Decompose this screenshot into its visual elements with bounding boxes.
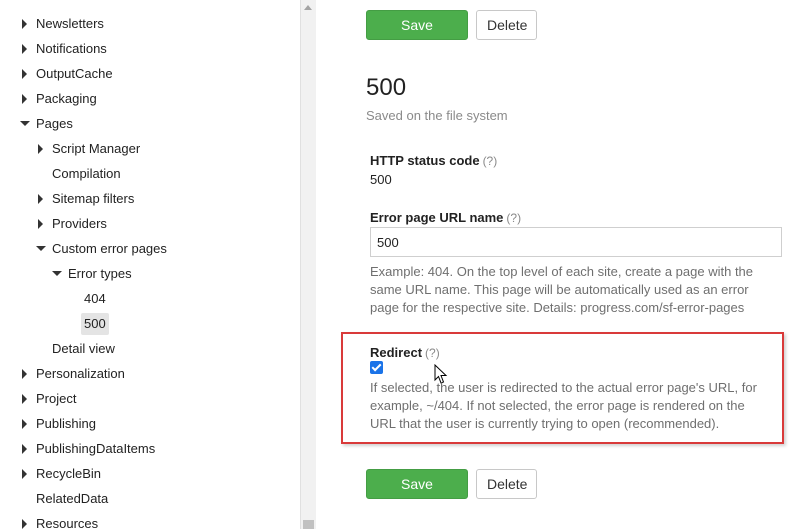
status-code-value: 500: [370, 172, 392, 187]
tree-item[interactable]: Newsletters: [0, 13, 300, 35]
tree-item[interactable]: Personalization: [0, 363, 300, 385]
url-name-description-line: Example: 404. On the top level of each s…: [370, 264, 754, 279]
redirect-label-text: Redirect: [370, 345, 423, 360]
scroll-up-icon[interactable]: [304, 5, 312, 10]
tree-scrollbar[interactable]: [300, 0, 316, 529]
tree-item[interactable]: Error types: [0, 263, 300, 285]
tree-item[interactable]: PublishingDataItems: [0, 438, 300, 460]
redirect-description-line: If selected, the user is redirected to t…: [370, 380, 757, 395]
tree-item-label: Error types: [68, 266, 132, 281]
caret-right-icon[interactable]: [19, 463, 31, 485]
tree-item[interactable]: Script Manager: [0, 138, 300, 160]
page-subtitle: Saved on the file system: [366, 108, 508, 123]
tree-item[interactable]: Pages: [0, 113, 300, 135]
tree-item-label: Notifications: [36, 41, 107, 56]
caret-right-icon[interactable]: [19, 513, 31, 529]
caret-right-icon[interactable]: [35, 188, 47, 210]
url-name-label: Error page URL name (?): [370, 210, 521, 225]
redirect-description: If selected, the user is redirected to t…: [370, 379, 780, 433]
tree-item[interactable]: OutputCache: [0, 63, 300, 85]
caret-right-icon[interactable]: [35, 213, 47, 235]
content-panel: Save changes Delete 500 Saved on the fil…: [316, 0, 805, 529]
caret-right-icon[interactable]: [19, 63, 31, 85]
tree-item[interactable]: RecycleBin: [0, 463, 300, 485]
tree-item-label: Packaging: [36, 91, 97, 106]
caret-right-icon[interactable]: [19, 13, 31, 35]
tree-item[interactable]: Project: [0, 388, 300, 410]
tree-item[interactable]: Providers: [0, 213, 300, 235]
url-name-description: Example: 404. On the top level of each s…: [370, 263, 790, 317]
tree-item-label: OutputCache: [36, 66, 113, 81]
caret-right-icon[interactable]: [19, 88, 31, 110]
tree-item-label: Sitemap filters: [52, 191, 135, 206]
tree-item[interactable]: RelatedData: [0, 488, 300, 510]
url-name-input[interactable]: [370, 227, 782, 257]
url-name-description-line: page for the respective site. Details: p…: [370, 300, 745, 315]
tree-item-label: Custom error pages: [52, 241, 167, 256]
caret-right-icon[interactable]: [19, 38, 31, 60]
tree-item[interactable]: 500: [0, 313, 300, 335]
tree-item-label: Compilation: [52, 166, 121, 181]
caret-right-icon[interactable]: [19, 363, 31, 385]
redirect-description-line: example, ~/404. If not selected, the err…: [370, 398, 745, 413]
redirect-help[interactable]: (?): [425, 346, 440, 360]
tree-item-label: Resources: [36, 516, 99, 529]
tree-item[interactable]: Publishing: [0, 413, 300, 435]
url-name-description-line: same URL name. This page will be automat…: [370, 282, 749, 297]
tree-item-label: RelatedData: [36, 491, 109, 506]
caret-down-icon[interactable]: [35, 238, 47, 260]
tree-item-label: Script Manager: [52, 141, 141, 156]
tree-item[interactable]: Custom error pages: [0, 238, 300, 260]
caret-down-icon[interactable]: [19, 113, 31, 135]
tree-item[interactable]: Compilation: [0, 163, 300, 185]
page-title: 500: [366, 74, 407, 101]
tree-item-label: Newsletters: [36, 16, 104, 31]
tree-item-label: PublishingDataItems: [36, 441, 156, 456]
tree-item-label: Pages: [36, 116, 73, 131]
tree-item[interactable]: Detail view: [0, 338, 300, 360]
tree-item[interactable]: Packaging: [0, 88, 300, 110]
url-name-label-text: Error page URL name: [370, 210, 504, 225]
delete-button-bottom[interactable]: Delete: [476, 469, 537, 499]
caret-right-icon[interactable]: [35, 138, 47, 160]
tree-item-label: 500: [81, 313, 109, 335]
tree-item-label: Providers: [52, 216, 107, 231]
tree-item-label: Personalization: [36, 366, 125, 381]
caret-right-icon[interactable]: [19, 388, 31, 410]
scrollbar-thumb[interactable]: [303, 520, 314, 529]
settings-tree: Newsletters Notifications OutputCache Packa…: [0, 0, 300, 529]
redirect-label: Redirect (?): [370, 345, 440, 360]
caret-right-icon[interactable]: [19, 413, 31, 435]
tree-item[interactable]: 404: [0, 288, 300, 310]
redirect-checkbox[interactable]: [370, 361, 383, 374]
tree-item-label: Project: [36, 391, 77, 406]
tree-item-label: Publishing: [36, 416, 96, 431]
tree-item-label: 404: [84, 291, 106, 306]
status-code-label: HTTP status code (?): [370, 153, 497, 168]
tree-item-label: Detail view: [52, 341, 115, 356]
status-code-help[interactable]: (?): [483, 154, 498, 168]
caret-down-icon[interactable]: [51, 263, 63, 285]
delete-button-top[interactable]: Delete: [476, 10, 537, 40]
status-code-label-text: HTTP status code: [370, 153, 480, 168]
tree-item[interactable]: Notifications: [0, 38, 300, 60]
url-name-help[interactable]: (?): [506, 211, 521, 225]
save-changes-button-top[interactable]: Save changes: [366, 10, 468, 61]
tree-item[interactable]: Resources: [0, 513, 300, 529]
tree-item[interactable]: Sitemap filters: [0, 188, 300, 210]
save-changes-button-bottom[interactable]: Save changes: [366, 469, 468, 520]
caret-right-icon[interactable]: [19, 438, 31, 460]
redirect-description-line: URL that the user is currently trying to…: [370, 416, 720, 431]
tree-item-label: RecycleBin: [36, 466, 102, 481]
